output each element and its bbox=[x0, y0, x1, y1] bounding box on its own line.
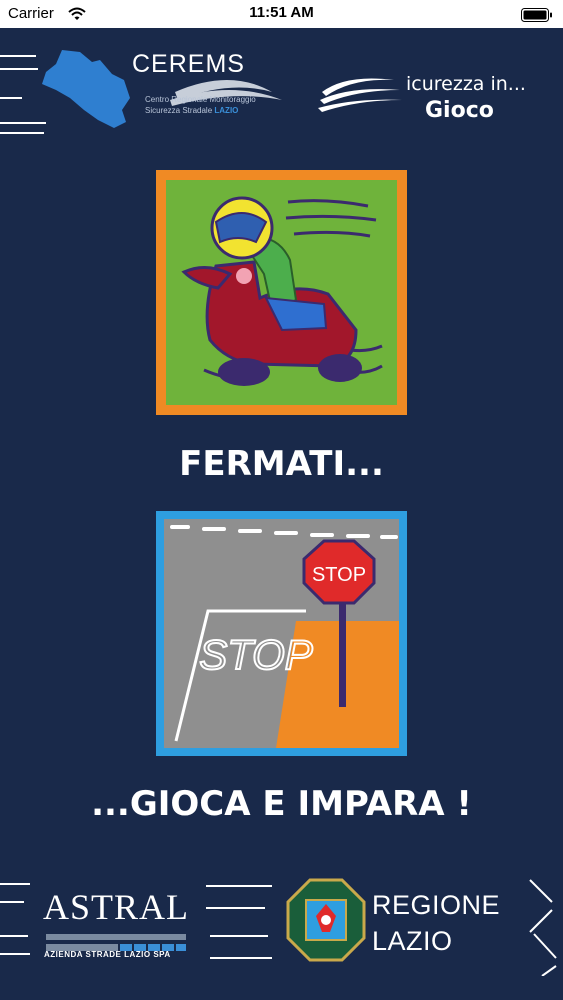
splash-screen: CEREMS Centro Regionale Monitoraggio Sic… bbox=[0, 28, 563, 1000]
astral-subtitle: AZIENDA STRADE LAZIO SPA bbox=[44, 950, 171, 959]
stop-sign-illustration: STOP STOP bbox=[156, 511, 407, 756]
scooter-rider-illustration bbox=[156, 170, 407, 415]
regione-label: REGIONE bbox=[372, 890, 501, 920]
road-marking-text: STOP bbox=[199, 631, 313, 678]
cerems-title: CEREMS bbox=[132, 50, 245, 78]
status-bar: Carrier 11:51 AM bbox=[0, 0, 563, 28]
cerems-subtitle-2: Sicurezza Stradale LAZIO bbox=[145, 106, 239, 115]
astral-name: ASTRAL bbox=[43, 887, 190, 927]
lazio-label: LAZIO bbox=[372, 926, 453, 956]
sicurezza-subtitle: Gioco bbox=[425, 98, 494, 123]
clock-label: 11:51 AM bbox=[249, 4, 314, 21]
sicurezza-title: icurezza in... bbox=[406, 73, 526, 95]
stop-sign-text: STOP bbox=[312, 564, 366, 586]
headline-gioca-e-impara: ...GIOCA E IMPARA ! bbox=[91, 784, 472, 824]
battery-icon bbox=[521, 7, 553, 26]
cerems-subtitle: Centro Regionale Monitoraggio bbox=[145, 95, 256, 104]
headline-fermati: FERMATI... bbox=[179, 444, 384, 484]
